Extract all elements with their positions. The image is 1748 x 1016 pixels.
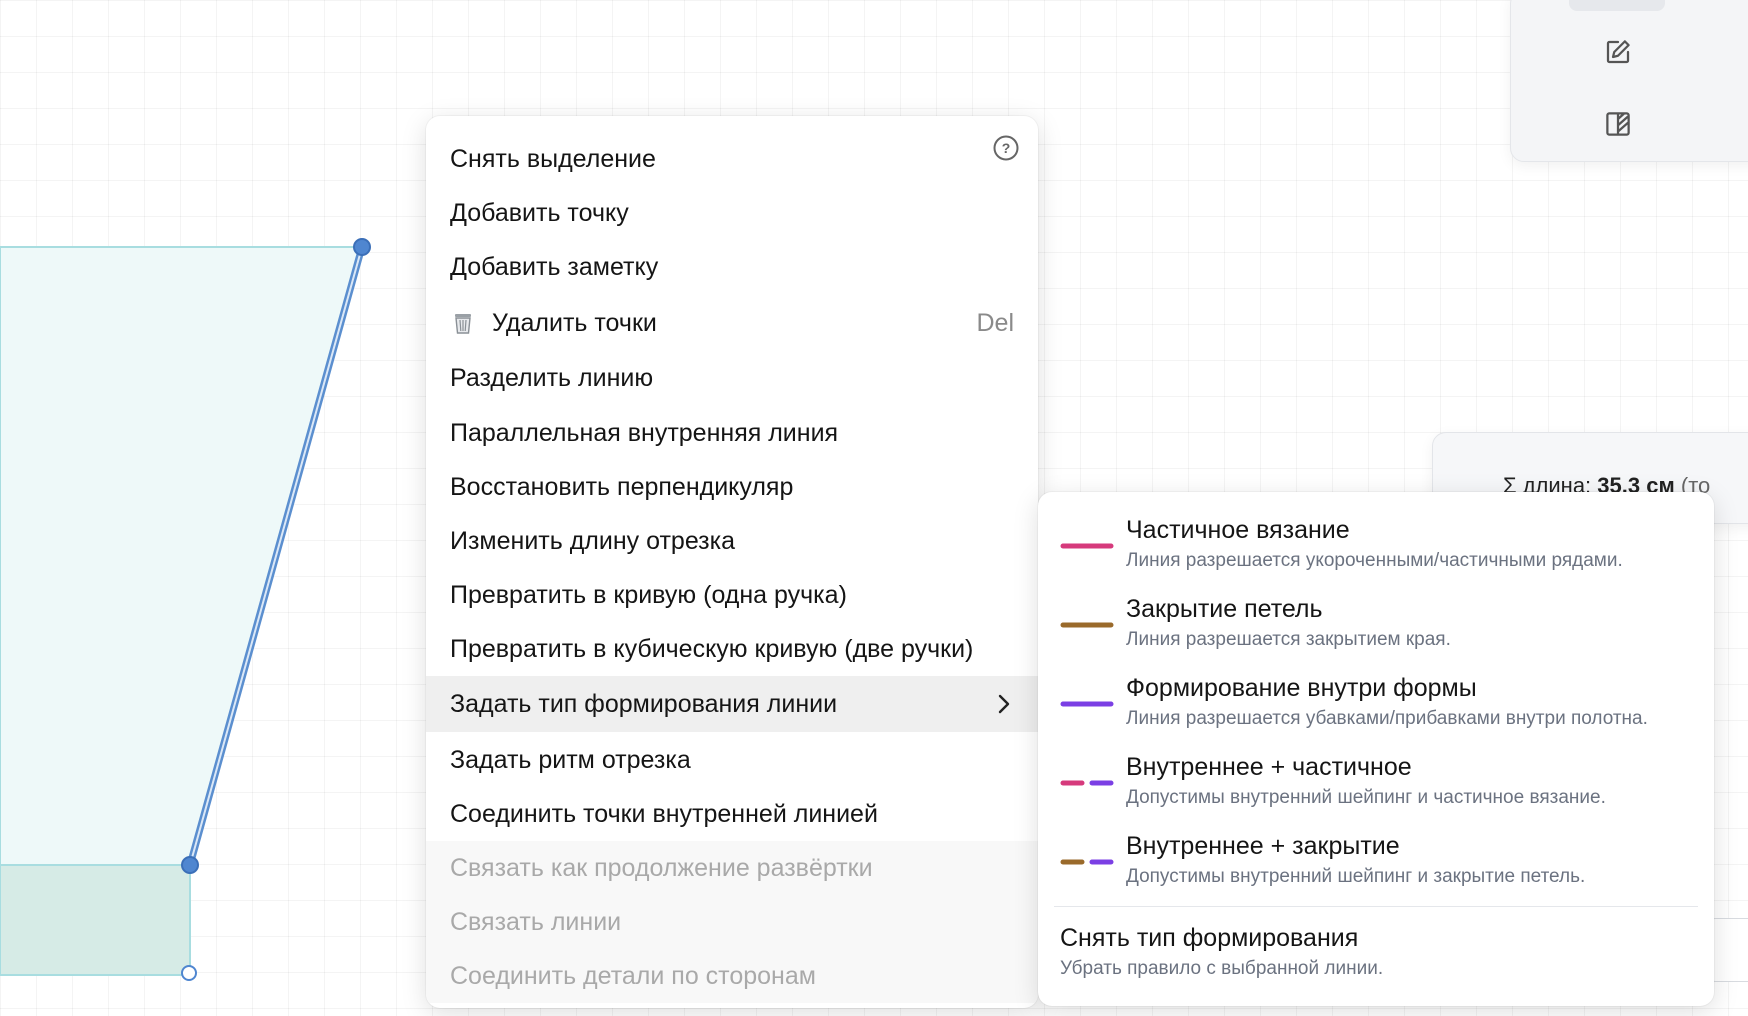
submenu-item-desc: Линия разрешается убавками/прибавками вн…	[1126, 708, 1648, 729]
line-swatch-icon	[1060, 543, 1114, 549]
menu-item-label: Восстановить перпендикуляр	[450, 472, 794, 501]
submenu-item-title: Закрытие петель	[1126, 595, 1323, 623]
submenu-item-desc: Убрать правило с выбранной линии.	[1060, 958, 1384, 979]
context-menu: ? Снять выделение Добавить точку Добавит…	[426, 116, 1038, 1008]
pattern-piece-shape[interactable]	[0, 246, 364, 866]
submenu-item-desc: Допустимы внутренний шейпинг и закрытие …	[1126, 866, 1586, 887]
menu-item-label: Соединить точки внутренней линией	[450, 799, 878, 828]
submenu-item-title: Снять тип формирования	[1060, 924, 1359, 952]
submenu-item-inner-shaping[interactable]: Формирование внутри формы Линия разрешае…	[1038, 670, 1714, 744]
menu-item-label: Задать тип формирования линии	[450, 689, 838, 718]
line-swatch-icon	[1060, 701, 1114, 707]
menu-item-label: Снять выделение	[450, 144, 656, 173]
menu-item-label: Изменить длину отрезка	[450, 526, 736, 555]
submenu-item-clear-shaping[interactable]: Снять тип формирования Убрать правило с …	[1038, 918, 1714, 998]
line-point[interactable]	[353, 238, 371, 256]
menu-item-label: Соединить детали по сторонам	[450, 961, 816, 990]
menu-item-label: Разделить линию	[450, 363, 654, 392]
chevron-right-icon	[994, 692, 1014, 716]
submenu-item-title: Частичное вязание	[1126, 516, 1350, 544]
edit-button[interactable]	[1595, 29, 1641, 75]
layout-split-icon	[1606, 112, 1630, 136]
menu-item-split-line[interactable]: Разделить линию	[426, 351, 1038, 405]
submenu-item-title: Формирование внутри формы	[1126, 674, 1477, 702]
submenu-item-bind-off[interactable]: Закрытие петель Линия разрешается закрыт…	[1038, 591, 1714, 665]
menu-item-link-continuation: Связать как продолжение развёртки	[426, 841, 1038, 895]
submenu-item-desc: Линия разрешается закрытием края.	[1126, 629, 1451, 650]
menu-item-label: Удалить точки	[492, 308, 657, 337]
corner-point[interactable]	[181, 965, 197, 981]
menu-item-label: Добавить заметку	[450, 252, 659, 281]
layout-button[interactable]	[1595, 101, 1641, 147]
side-toolbar	[1510, 0, 1748, 162]
submenu-item-desc: Линия разрешается укороченными/частичным…	[1126, 550, 1623, 571]
menu-item-label: Превратить в кривую (одна ручка)	[450, 580, 847, 609]
submenu-item-title: Внутреннее + частичное	[1126, 753, 1412, 781]
submenu-item-inner-bind-off[interactable]: Внутреннее + закрытие Допустимы внутренн…	[1038, 828, 1714, 902]
menu-item-label: Связать как продолжение развёртки	[450, 853, 873, 882]
menu-item-label: Параллельная внутренняя линия	[450, 418, 839, 447]
menu-item-link-lines: Связать линии	[426, 895, 1038, 949]
menu-item-connect-inner-line[interactable]: Соединить точки внутренней линией	[426, 787, 1038, 841]
submenu-item-partial-knitting[interactable]: Частичное вязание Линия разрешается укор…	[1038, 512, 1714, 586]
submenu-item-inner-partial[interactable]: Внутреннее + частичное Допустимы внутрен…	[1038, 749, 1714, 823]
dashed-line-swatch-icon	[1060, 859, 1114, 865]
menu-item-set-shaping-type[interactable]: Задать тип формирования линии	[426, 676, 1038, 732]
menu-item-restore-perpendicular[interactable]: Восстановить перпендикуляр	[426, 460, 1038, 514]
shortcut-label: Del	[976, 308, 1014, 337]
line-point[interactable]	[181, 856, 199, 874]
menu-item-add-note[interactable]: Добавить заметку	[426, 240, 1038, 294]
shaping-type-submenu: Частичное вязание Линия разрешается укор…	[1038, 492, 1714, 1006]
line-swatch-icon	[1060, 622, 1114, 628]
pencil-edit-icon	[1606, 40, 1630, 64]
toolbar-top-button[interactable]	[1569, 0, 1665, 11]
menu-item-change-segment-length[interactable]: Изменить длину отрезка	[426, 514, 1038, 568]
menu-item-delete-points[interactable]: Удалить точки Del	[426, 296, 1038, 350]
menu-item-parallel-inner-line[interactable]: Параллельная внутренняя линия	[426, 406, 1038, 460]
submenu-item-title: Внутреннее + закрытие	[1126, 832, 1400, 860]
menu-item-add-point[interactable]: Добавить точку	[426, 186, 1038, 240]
menu-item-deselect[interactable]: Снять выделение	[426, 132, 1038, 186]
menu-item-set-segment-rhythm[interactable]: Задать ритм отрезка	[426, 733, 1038, 787]
menu-item-label: Задать ритм отрезка	[450, 745, 691, 774]
trash-icon	[450, 310, 476, 336]
menu-item-convert-cubic-curve[interactable]: Превратить в кубическую кривую (две ручк…	[426, 622, 1038, 676]
menu-item-convert-curve[interactable]: Превратить в кривую (одна ручка)	[426, 568, 1038, 622]
pattern-piece-lower-shape[interactable]	[0, 864, 191, 976]
menu-item-label: Добавить точку	[450, 198, 629, 227]
menu-item-join-pieces: Соединить детали по сторонам	[426, 949, 1038, 1003]
menu-item-label: Связать линии	[450, 907, 622, 936]
dashed-line-swatch-icon	[1060, 780, 1114, 786]
menu-item-label: Превратить в кубическую кривую (две ручк…	[450, 634, 974, 663]
submenu-divider	[1054, 906, 1698, 907]
submenu-item-desc: Допустимы внутренний шейпинг и частичное…	[1126, 787, 1606, 808]
